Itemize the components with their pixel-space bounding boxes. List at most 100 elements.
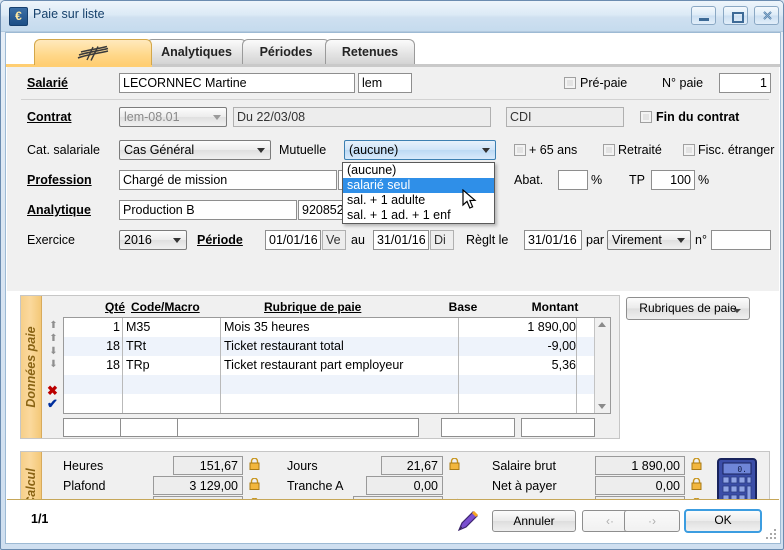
maximize-icon[interactable] <box>722 6 748 25</box>
client-area: Analytiques Périodes Retenues Salarié Pr… <box>5 32 781 544</box>
abat-unit-label: % <box>591 173 603 187</box>
contrat-type-input[interactable] <box>506 107 624 127</box>
minimize-icon[interactable] <box>691 6 717 25</box>
contrat-date-input[interactable] <box>233 107 491 127</box>
periode-to-day <box>430 230 454 250</box>
table-row[interactable] <box>64 375 610 394</box>
analytique-label: Analytique <box>27 203 91 217</box>
reglt-date-input[interactable] <box>524 230 582 250</box>
entry-base-input[interactable] <box>441 418 515 437</box>
tab-general[interactable] <box>34 39 152 65</box>
grid-entry-row[interactable] <box>63 418 611 437</box>
tp-input[interactable] <box>651 170 695 190</box>
euro-app-icon: € <box>9 7 28 26</box>
heures-value[interactable]: 151,67 <box>173 456 243 475</box>
table-row[interactable]: 18 TRt Ticket restaurant total -9,00 -16… <box>64 337 610 356</box>
mutuelle-value: (aucune) <box>349 143 399 157</box>
exercice-value: 2016 <box>124 233 152 247</box>
move-up-icon[interactable]: ⬆ <box>48 333 59 344</box>
payroll-grid[interactable]: 1 M35 Mois 35 heures 1 890,00 1 890,00 1… <box>63 317 611 414</box>
table-row[interactable]: 1 M35 Mois 35 heures 1 890,00 1 890,00 <box>64 318 610 337</box>
tranche-a-label: Tranche A <box>287 479 344 493</box>
tab-analytiques-label: Analytiques <box>161 45 232 59</box>
reglt-mode-value: Virement <box>612 233 662 247</box>
contrat-select[interactable]: lem-08.01 <box>119 107 227 127</box>
mutuelle-label: Mutuelle <box>279 143 327 157</box>
col-header-code: Code/Macro <box>131 300 200 314</box>
lock-icon <box>249 458 260 470</box>
stripes-icon <box>77 45 109 61</box>
periode-from-input[interactable] <box>265 230 321 250</box>
cell-qte: 18 <box>106 339 120 353</box>
exercice-label: Exercice <box>27 233 75 247</box>
fincontrat-checkbox[interactable] <box>640 111 652 123</box>
cell-code: TRp <box>126 358 150 372</box>
table-row[interactable] <box>64 394 610 413</box>
retraite-checkbox[interactable] <box>603 144 615 156</box>
periode-from-day <box>322 230 346 250</box>
entry-rubrique-input[interactable] <box>177 418 419 437</box>
salarie-code-input[interactable] <box>358 73 412 93</box>
abat-input[interactable] <box>558 170 588 190</box>
window-controls <box>688 6 779 25</box>
dropdown-option-0[interactable]: (aucune) <box>343 163 494 178</box>
plus65-checkbox[interactable] <box>514 144 526 156</box>
par-label: par <box>586 233 605 247</box>
move-first-icon[interactable]: ⬆ <box>48 320 59 331</box>
no-input[interactable] <box>711 230 771 250</box>
fisc-etranger-checkbox[interactable] <box>683 144 695 156</box>
footer-bar: 1/1 Annuler ‹· ·› OK <box>7 499 779 542</box>
rubriques-de-paie-button[interactable]: Rubriques de paie <box>626 297 750 320</box>
reglt-mode-select[interactable]: Virement <box>607 230 691 250</box>
cell-code: TRt <box>126 339 147 353</box>
pen-icon[interactable] <box>455 508 481 534</box>
tp-label: TP <box>629 173 645 187</box>
mutuelle-select[interactable]: (aucune) <box>344 140 496 160</box>
nopaie-input[interactable] <box>719 73 771 93</box>
profession-input[interactable] <box>119 170 337 190</box>
record-counter: 1/1 <box>31 512 49 526</box>
plafond-value[interactable]: 3 129,00 <box>153 476 243 495</box>
move-last-icon[interactable]: ⬇ <box>48 359 59 370</box>
close-icon[interactable] <box>754 6 779 25</box>
exercice-select[interactable]: 2016 <box>119 230 187 250</box>
nopaie-label: N° paie <box>662 76 704 90</box>
plafond-label: Plafond <box>63 479 106 493</box>
fisc-etranger-label: Fisc. étranger <box>698 143 775 157</box>
svg-text:0.: 0. <box>737 465 747 474</box>
cell-qte: 1 <box>113 320 120 334</box>
tab-retenues[interactable]: Retenues <box>325 39 415 65</box>
tab-periodes-label: Périodes <box>259 45 313 59</box>
cat-salariale-select[interactable]: Cas Général <box>119 140 271 160</box>
divider-1 <box>21 99 769 100</box>
contrat-select-value: lem-08.01 <box>124 110 180 124</box>
tab-periodes[interactable]: Périodes <box>242 39 330 65</box>
contrat-label: Contrat <box>27 110 72 124</box>
entry-qte-input[interactable] <box>63 418 121 437</box>
entry-code-input[interactable] <box>120 418 178 437</box>
plus65-label: + 65 ans <box>529 143 578 157</box>
prepaie-label: Pré-paie <box>580 76 628 90</box>
fincontrat-label: Fin du contrat <box>656 110 740 124</box>
jours-value[interactable]: 21,67 <box>381 456 443 475</box>
prepaie-checkbox[interactable] <box>564 77 576 89</box>
salarie-input[interactable] <box>119 73 355 93</box>
move-down-icon[interactable]: ⬇ <box>48 346 59 357</box>
table-row[interactable]: 18 TRp Ticket restaurant part employeur … <box>64 356 610 375</box>
tab-analytiques[interactable]: Analytiques <box>146 39 247 65</box>
jours-label: Jours <box>287 459 318 473</box>
entry-montant-input[interactable] <box>521 418 595 437</box>
periode-to-input[interactable] <box>373 230 429 250</box>
grid-scrollbar[interactable] <box>594 318 610 413</box>
ok-button[interactable]: OK <box>684 509 762 533</box>
resize-grip[interactable] <box>766 529 776 539</box>
salaire-brut-value[interactable]: 1 890,00 <box>595 456 685 475</box>
blue-check-icon[interactable]: ✔ <box>47 396 58 412</box>
cancel-button[interactable]: Annuler <box>492 510 576 532</box>
lock-icon <box>691 458 702 470</box>
net-a-payer-value[interactable]: 0,00 <box>595 476 685 495</box>
next-button[interactable]: ·› <box>624 510 680 532</box>
periode-label: Période <box>197 233 243 247</box>
analytique-input[interactable] <box>119 200 297 220</box>
tranche-a-value[interactable]: 0,00 <box>366 476 443 495</box>
